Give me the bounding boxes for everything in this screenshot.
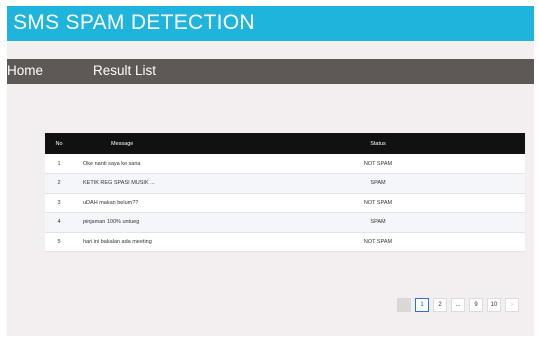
row-no: 2 <box>57 180 61 187</box>
table-row: 2 KETIK REG SPASI MUSIK ... SPAM <box>45 173 525 193</box>
nav-result-list-link[interactable]: Result List <box>93 63 156 78</box>
row-status: NOT SPAM <box>363 199 393 206</box>
pagination-prev-button[interactable] <box>397 298 411 312</box>
row-status: NOT SPAM <box>363 160 393 167</box>
nav-home-link[interactable]: Home <box>7 63 43 78</box>
pagination-ellipsis: ... <box>451 298 465 312</box>
row-message: KETIK REG SPASI MUSIK ... <box>83 180 155 187</box>
app-title: SMS SPAM DETECTION <box>13 11 255 34</box>
row-no: 5 <box>57 238 61 245</box>
row-message: Oke nanti saya ke sana <box>83 160 141 167</box>
chevron-right-icon: › <box>511 302 513 308</box>
pagination-next-button[interactable]: › <box>505 298 519 312</box>
table-header-row: No Message Status <box>45 133 525 154</box>
pagination-page-1[interactable]: 1 <box>415 298 429 312</box>
results-table: No Message Status 1 Oke nanti saya ke sa… <box>45 133 525 252</box>
table-row: 4 pinjaman 100% untueg SPAM <box>45 212 525 232</box>
row-message: uDAH makan belum?? <box>83 199 139 206</box>
row-no: 1 <box>57 160 61 167</box>
header-message: Message <box>111 140 134 147</box>
row-status: SPAM <box>370 219 386 226</box>
header-banner: SMS SPAM DETECTION <box>7 6 534 41</box>
row-no: 3 <box>57 199 61 206</box>
row-status: SPAM <box>370 180 386 187</box>
table-row: 1 Oke nanti saya ke sana NOT SPAM <box>45 154 525 174</box>
pagination-page-9[interactable]: 9 <box>469 298 483 312</box>
navbar: Home Result List <box>7 59 534 84</box>
pagination-page-2[interactable]: 2 <box>433 298 447 312</box>
header-no: No <box>55 140 63 147</box>
header-status: Status <box>370 140 386 147</box>
row-status: NOT SPAM <box>363 238 393 245</box>
pagination: 1 2 ... 9 10 › <box>397 298 519 313</box>
row-message: hari ini bakalan ada meeting <box>83 238 152 245</box>
results-table-container: No Message Status 1 Oke nanti saya ke sa… <box>45 133 525 252</box>
table-row: 5 hari ini bakalan ada meeting NOT SPAM <box>45 232 525 252</box>
app-frame: SMS SPAM DETECTION Home Result List No M… <box>7 6 534 336</box>
pagination-page-10[interactable]: 10 <box>487 298 501 312</box>
row-message: pinjaman 100% untueg <box>83 219 140 226</box>
table-row: 3 uDAH makan belum?? NOT SPAM <box>45 193 525 213</box>
row-no: 4 <box>57 219 61 226</box>
